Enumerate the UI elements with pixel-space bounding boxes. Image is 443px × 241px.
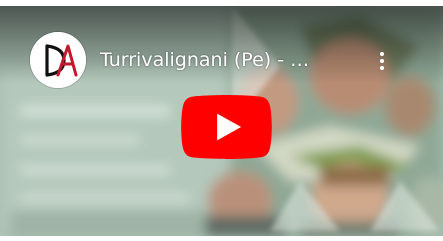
youtube-play-icon [181,95,272,159]
channel-avatar[interactable] [30,32,86,88]
more-vert-icon[interactable] [370,46,394,76]
youtube-play-button[interactable] [179,95,274,159]
video-player[interactable]: Turrivalignani (Pe) - … [0,6,443,236]
video-title[interactable]: Turrivalignani (Pe) - … [100,48,340,72]
channel-logo-icon [30,32,86,88]
